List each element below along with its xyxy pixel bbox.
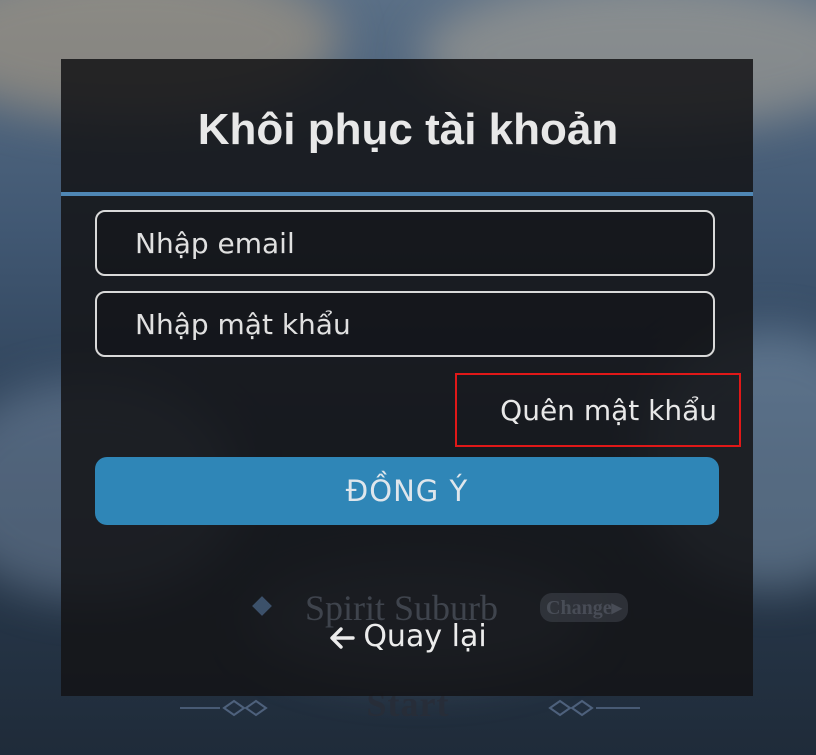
password-field-frame — [95, 291, 715, 357]
background-change-text: Change — [546, 597, 612, 619]
forgot-password-label: Quên mật khẩu — [500, 393, 717, 427]
diamond-icon — [252, 596, 272, 616]
arrow-left-icon — [330, 626, 356, 649]
back-label: Quay lại — [363, 619, 487, 654]
submit-button[interactable]: ĐỒNG Ý — [95, 457, 719, 525]
email-field[interactable] — [97, 212, 713, 274]
forgot-password-link[interactable]: Quên mật khẩu — [455, 373, 741, 447]
back-link[interactable]: Quay lại — [0, 619, 816, 654]
password-field[interactable] — [97, 293, 713, 355]
title-divider — [61, 192, 753, 196]
email-field-frame — [95, 210, 715, 276]
dialog-title: Khôi phục tài khoản — [197, 105, 619, 154]
background-change-label: Change▸ — [540, 593, 628, 622]
